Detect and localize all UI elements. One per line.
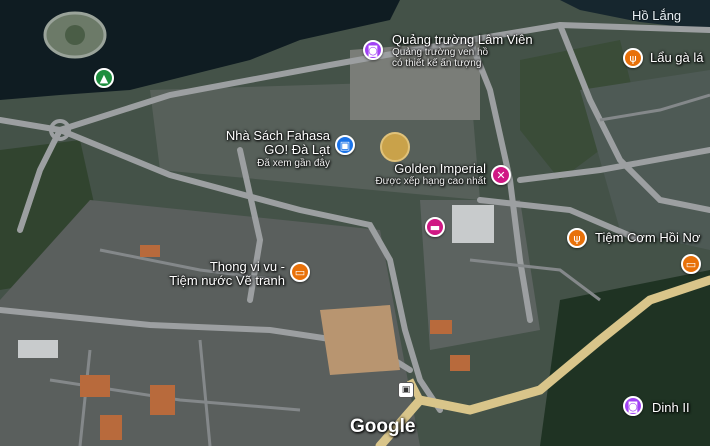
quang-truong-label[interactable]: Quảng trường Lâm Viên Quảng trường ven h… [392, 32, 533, 70]
dinh-ii-camera-icon[interactable]: ◙ [623, 396, 643, 416]
thong-vi-vu-title-2: Tiệm nước Vẽ tranh [169, 273, 285, 289]
satellite-map[interactable]: Hồ Lắng [0, 0, 710, 446]
hotel-bed-icon[interactable]: ▬ [425, 217, 445, 237]
tiem-com-label[interactable]: Tiệm Cơm Hồi Nơ [595, 230, 700, 245]
tiem-com-fork-knife-icon[interactable]: ψ [567, 228, 587, 248]
quang-truong-sub1: Quảng trường ven hồ [392, 47, 489, 59]
bus-stop-icon[interactable]: ▣ [398, 382, 414, 398]
golden-title: Golden Imperial [394, 161, 486, 176]
park-tree-icon[interactable]: ▲ [94, 68, 114, 88]
lau-ga-label[interactable]: Lẩu gà lá [650, 50, 704, 65]
google-logo: Google [350, 416, 416, 437]
quang-truong-sub2: có thiết kế ấn tượng [392, 58, 482, 70]
thong-vi-vu-label[interactable]: Thong vi vu - Tiệm nước Vẽ tranh [160, 259, 285, 289]
fahasa-sub: Đã xem gần đây [257, 157, 330, 169]
fahasa-label[interactable]: Nhà Sách Fahasa GO! Đà Lạt Đã xem gần đâ… [214, 128, 330, 169]
lau-ga-fork-knife-icon[interactable]: ψ [623, 48, 643, 68]
golden-label[interactable]: Golden Imperial Được xếp hạng cao nhất [366, 161, 486, 188]
golden-sub: Được xếp hạng cao nhất [375, 176, 486, 188]
fahasa-shopping-bag-icon[interactable]: ▣ [335, 135, 355, 155]
cafe-right-coffee-icon[interactable]: ▭ [681, 254, 701, 274]
lake-label: Hồ Lắng [632, 8, 681, 23]
thong-vi-vu-coffee-icon[interactable]: ▭ [290, 262, 310, 282]
quang-truong-title: Quảng trường Lâm Viên [392, 32, 533, 47]
fahasa-title-2: GO! Đà Lạt [264, 142, 330, 158]
golden-tools-icon[interactable]: ✕ [491, 165, 511, 185]
dinh-ii-label[interactable]: Dinh II [652, 400, 690, 415]
quang-truong-camera-icon[interactable]: ◙ [363, 40, 383, 60]
